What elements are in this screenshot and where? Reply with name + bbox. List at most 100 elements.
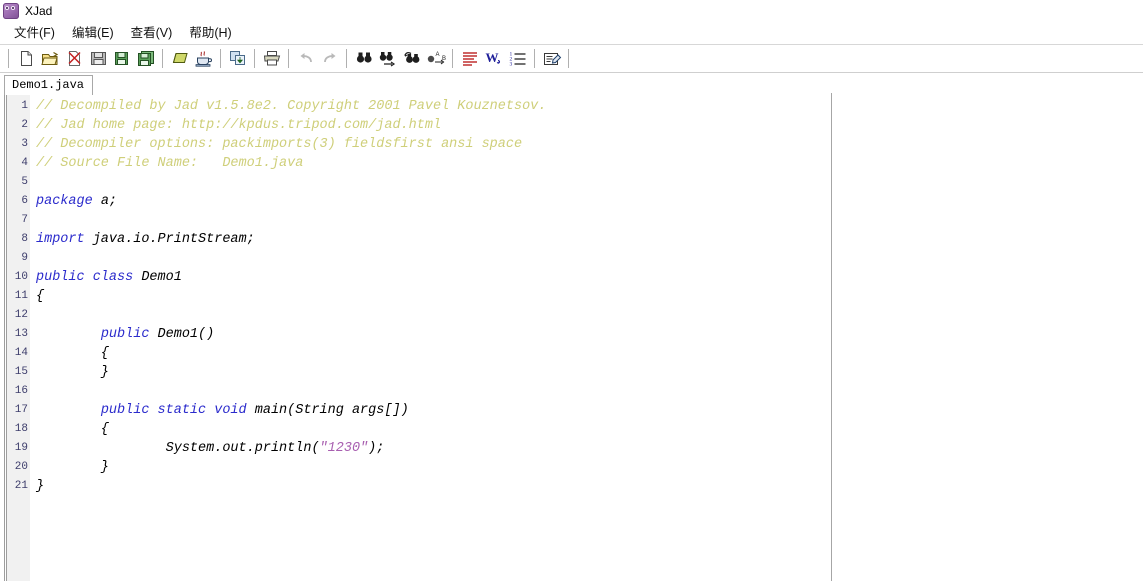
undo-icon[interactable] bbox=[294, 47, 318, 70]
align-text-icon[interactable] bbox=[458, 47, 482, 70]
find-next-icon[interactable] bbox=[376, 47, 400, 70]
code-token-kw: import bbox=[36, 232, 85, 247]
code-token-kw: public static void bbox=[100, 403, 247, 418]
line-number: 7 bbox=[21, 214, 28, 226]
code-token-comment: // Jad home page: http://kpdus.tripod.co… bbox=[36, 118, 442, 133]
code-line: } bbox=[36, 458, 831, 477]
word-wrap-icon[interactable]: W bbox=[482, 47, 506, 70]
code-line: { bbox=[36, 287, 831, 306]
line-number: 20 bbox=[14, 461, 28, 473]
find-previous-icon[interactable] bbox=[400, 47, 424, 70]
line-number: 3 bbox=[21, 138, 28, 150]
svg-text:3: 3 bbox=[510, 62, 513, 68]
code-line: package a; bbox=[36, 192, 831, 211]
save-as-icon[interactable] bbox=[110, 47, 134, 70]
decompile-icon[interactable] bbox=[168, 47, 192, 70]
code-token-plain: } bbox=[36, 479, 45, 494]
tab-strip: Demo1.java bbox=[0, 73, 1143, 95]
code-line: { bbox=[36, 420, 831, 439]
line-number: 16 bbox=[14, 385, 28, 397]
code-line: } bbox=[36, 477, 831, 496]
save-icon[interactable] bbox=[86, 47, 110, 70]
line-number: 1 bbox=[21, 100, 28, 112]
toolbar-separator bbox=[534, 49, 536, 68]
close-file-icon[interactable] bbox=[62, 47, 86, 70]
line-number: 11 bbox=[14, 290, 28, 302]
find-icon[interactable] bbox=[352, 47, 376, 70]
title-bar: XJad bbox=[0, 0, 1143, 22]
code-line: public Demo1() bbox=[36, 325, 831, 344]
toolbar-separator bbox=[254, 49, 256, 68]
line-number: 10 bbox=[14, 271, 28, 283]
code-line: } bbox=[36, 363, 831, 382]
code-token-plain: System.out.println( bbox=[36, 441, 320, 456]
print-icon[interactable] bbox=[260, 47, 284, 70]
menu-help[interactable]: 帮助(H) bbox=[181, 23, 240, 43]
code-token-plain: { bbox=[36, 346, 109, 361]
redo-icon[interactable] bbox=[318, 47, 342, 70]
code-token-plain: Demo1() bbox=[149, 327, 215, 342]
save-all-icon[interactable] bbox=[134, 47, 158, 70]
properties-icon[interactable] bbox=[540, 47, 564, 70]
code-line: public static void main(String args[]) bbox=[36, 401, 831, 420]
toolbar-separator bbox=[162, 49, 164, 68]
toolbar-separator bbox=[220, 49, 222, 68]
new-file-icon[interactable] bbox=[14, 47, 38, 70]
line-number: 12 bbox=[14, 309, 28, 321]
code-token-kw: package bbox=[36, 194, 93, 209]
toolbar-separator bbox=[8, 49, 10, 68]
line-number: 19 bbox=[14, 442, 28, 454]
xjad-app-icon bbox=[3, 3, 19, 19]
code-token-plain: main(String args[]) bbox=[246, 403, 409, 418]
code-token-plain: { bbox=[36, 422, 109, 437]
menu-bar: 文件(F) 编辑(E) 查看(V) 帮助(H) bbox=[0, 22, 1143, 45]
code-token-plain: java.io.PrintStream; bbox=[84, 232, 255, 247]
java-coffee-icon[interactable] bbox=[192, 47, 216, 70]
line-number: 4 bbox=[21, 157, 28, 169]
replace-icon[interactable]: A B bbox=[424, 47, 448, 70]
menu-view[interactable]: 查看(V) bbox=[123, 23, 182, 43]
toolbar: A B W 1 2 3 bbox=[0, 45, 1143, 73]
line-number: 6 bbox=[21, 195, 28, 207]
code-line: // Source File Name: Demo1.java bbox=[36, 154, 831, 173]
line-number: 9 bbox=[21, 252, 28, 264]
export-icon[interactable] bbox=[226, 47, 250, 70]
code-token-plain: } bbox=[36, 460, 109, 475]
menu-edit[interactable]: 编辑(E) bbox=[64, 23, 123, 43]
line-number: 8 bbox=[21, 233, 28, 245]
line-number: 21 bbox=[14, 480, 28, 492]
code-token-str: "1230" bbox=[319, 441, 369, 456]
code-pane[interactable]: 1 2 3 4 5 6 7 8 9 10 11 12 13 14 15 16 17 18 19 20 21 // Dec… bbox=[7, 93, 832, 581]
code-token-comment: // Decompiled by Jad v1.5.8e2. Copyright… bbox=[36, 99, 547, 114]
code-token-plain: a; bbox=[92, 194, 118, 209]
toolbar-separator bbox=[452, 49, 454, 68]
line-number-gutter: 1 2 3 4 5 6 7 8 9 10 11 12 13 14 15 16 17 18 19 20 21 bbox=[7, 93, 30, 581]
code-line: import java.io.PrintStream; bbox=[36, 230, 831, 249]
code-text[interactable]: // Decompiled by Jad v1.5.8e2. Copyright… bbox=[30, 93, 831, 581]
code-token-comment: // Decompiler options: packimports(3) fi… bbox=[36, 137, 523, 152]
line-number: 15 bbox=[14, 366, 28, 378]
code-line: // Jad home page: http://kpdus.tripod.co… bbox=[36, 116, 831, 135]
right-blank-pane bbox=[832, 93, 1143, 581]
toolbar-separator bbox=[568, 49, 570, 68]
line-number: 14 bbox=[14, 347, 28, 359]
line-number: 2 bbox=[21, 119, 28, 131]
window-title: XJad bbox=[25, 4, 53, 18]
menu-file[interactable]: 文件(F) bbox=[6, 23, 64, 43]
open-folder-icon[interactable] bbox=[38, 47, 62, 70]
line-number: 13 bbox=[14, 328, 28, 340]
tab-demo1-java[interactable]: Demo1.java bbox=[4, 75, 94, 95]
code-token-plain: { bbox=[36, 289, 45, 304]
xjad-window: XJad 文件(F) 编辑(E) 查看(V) 帮助(H) A B W 1 2 3… bbox=[0, 0, 1143, 581]
line-numbers-icon[interactable]: 1 2 3 bbox=[506, 47, 530, 70]
line-number: 18 bbox=[14, 423, 28, 435]
code-line: System.out.println("1230"); bbox=[36, 439, 831, 458]
code-token-plain: ); bbox=[368, 441, 385, 456]
svg-text:A: A bbox=[436, 52, 440, 58]
